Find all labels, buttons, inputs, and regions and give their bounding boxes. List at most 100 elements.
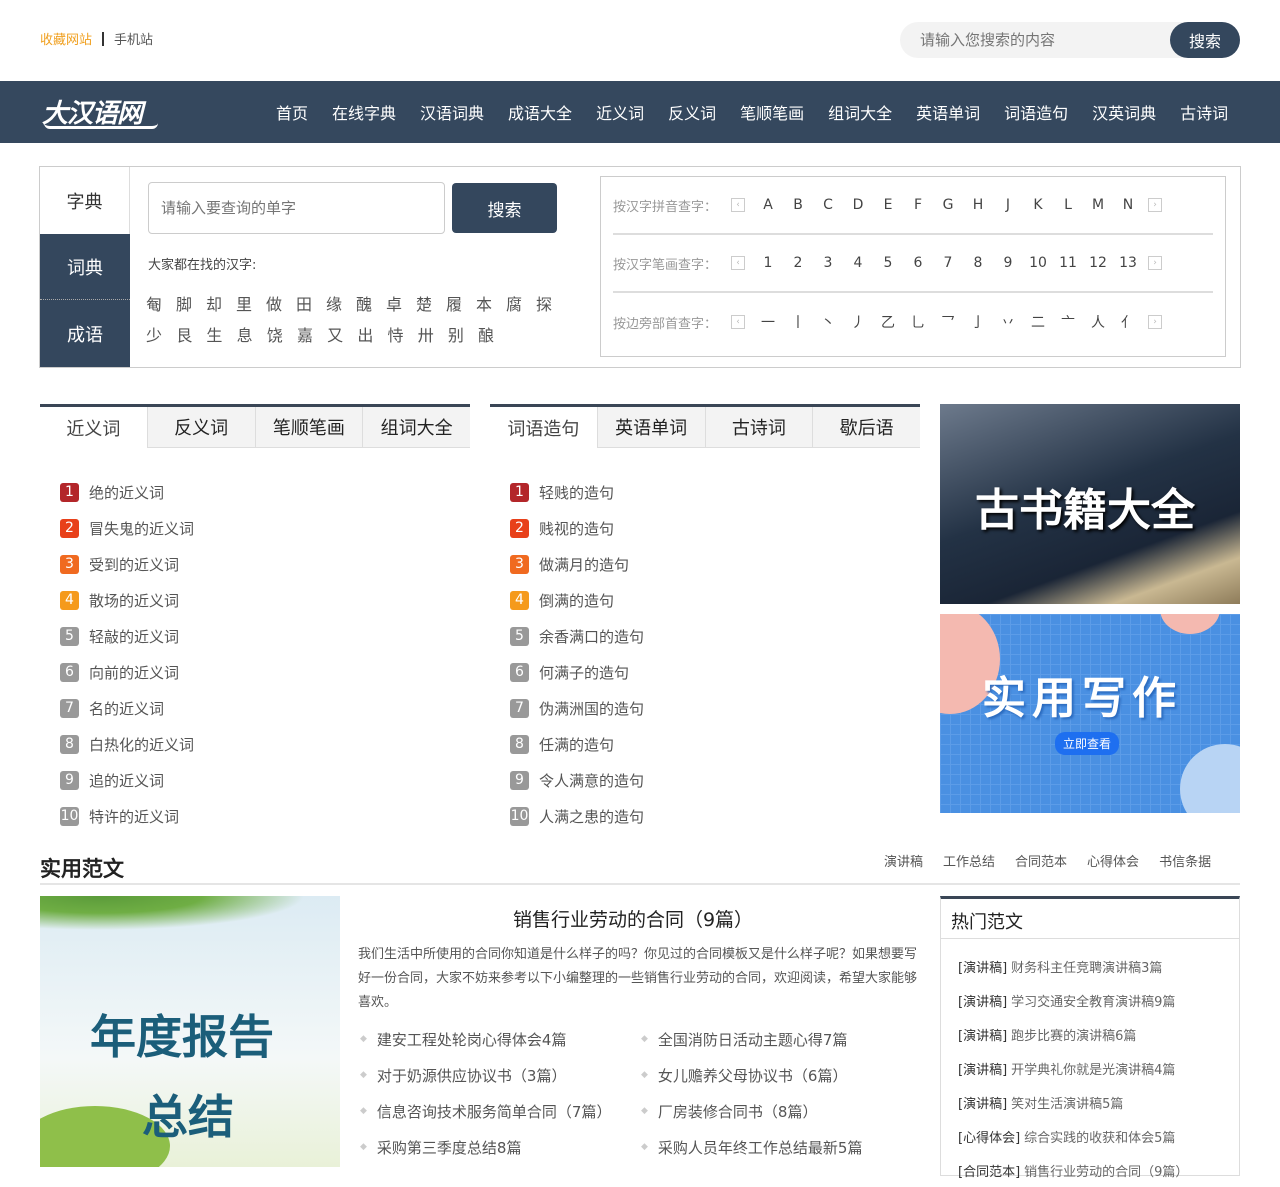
nav-item[interactable]: 笔顺笔画	[728, 100, 816, 124]
hot-char[interactable]: 少	[146, 322, 176, 346]
hot-item[interactable]: [演讲稿] 学习交通安全教育演讲稿9篇	[941, 983, 1239, 1017]
article-link[interactable]: 厂房装修合同书（8篇）	[658, 1101, 818, 1122]
lookup-item[interactable]: 1	[753, 255, 783, 271]
tab-zidian[interactable]: 字典	[40, 167, 130, 234]
tab[interactable]: 反义词	[146, 407, 255, 448]
lookup-item[interactable]: E	[873, 197, 903, 213]
list-item-link[interactable]: 倒满的造句	[539, 590, 614, 611]
hot-char[interactable]: 嘉	[297, 322, 327, 346]
hot-item[interactable]: [演讲稿] 财务科主任竞聘演讲稿3篇	[941, 949, 1239, 983]
hot-char[interactable]: 做	[266, 291, 296, 315]
list-item[interactable]: 6 何满子的造句	[490, 654, 920, 690]
lookup-item[interactable]: 丶	[813, 312, 843, 332]
tab[interactable]: 近义词	[40, 407, 147, 448]
favorite-link[interactable]: 收藏网站	[40, 29, 92, 48]
article-link-item[interactable]: ◆ 对于奶源供应协议书（3篇）	[358, 1057, 639, 1093]
list-item[interactable]: 9 追的近义词	[40, 762, 470, 798]
tab[interactable]: 词语造句	[490, 407, 597, 448]
list-item-link[interactable]: 轻贱的造句	[539, 482, 614, 503]
lookup-item[interactable]: 丷	[993, 312, 1023, 332]
nav-item[interactable]: 汉语词典	[408, 100, 496, 124]
hot-char[interactable]: 脚	[176, 291, 206, 315]
list-item[interactable]: 3 受到的近义词	[40, 546, 470, 582]
lookup-item[interactable]: 6	[903, 255, 933, 271]
hot-char[interactable]: 腐	[506, 291, 536, 315]
list-item-link[interactable]: 任满的造句	[539, 734, 614, 755]
article-link-item[interactable]: ◆ 采购人员年终工作总结最新5篇	[639, 1129, 918, 1165]
lookup-item[interactable]: L	[1053, 197, 1083, 213]
lookup-item[interactable]: 丨	[783, 312, 813, 332]
nav-item[interactable]: 古诗词	[1168, 100, 1240, 124]
hot-char[interactable]: 生	[206, 322, 236, 346]
hot-char[interactable]: 饶	[267, 322, 297, 346]
list-item[interactable]: 2 冒失鬼的近义词	[40, 510, 470, 546]
list-item[interactable]: 8 白热化的近义词	[40, 726, 470, 762]
nav-item[interactable]: 英语单词	[904, 100, 992, 124]
article-link[interactable]: 全国消防日活动主题心得7篇	[658, 1029, 848, 1050]
list-item[interactable]: 4 倒满的造句	[490, 582, 920, 618]
hot-item[interactable]: [演讲稿] 笑对生活演讲稿5篇	[941, 1085, 1239, 1119]
hot-char[interactable]: 艮	[176, 322, 206, 346]
list-item-link[interactable]: 散场的近义词	[89, 590, 179, 611]
list-item[interactable]: 5 轻敲的近义词	[40, 618, 470, 654]
lookup-item[interactable]: J	[993, 197, 1023, 213]
hot-char[interactable]: 本	[476, 291, 506, 315]
article-link[interactable]: 对于奶源供应协议书（3篇）	[377, 1065, 567, 1086]
ancient-books-banner[interactable]: 古书籍大全	[940, 404, 1240, 604]
hot-char[interactable]: 却	[206, 291, 236, 315]
top-search-input[interactable]	[900, 22, 1160, 58]
hot-char[interactable]: 履	[446, 291, 476, 315]
article-link-item[interactable]: ◆ 建安工程处轮岗心得体会4篇	[358, 1021, 639, 1057]
hot-char[interactable]: 卓	[386, 291, 416, 315]
char-search-button[interactable]: 搜索	[452, 183, 557, 233]
char-search-input[interactable]	[148, 182, 445, 234]
article-title[interactable]: 销售行业劳动的合同（9篇）	[358, 905, 908, 932]
tab-chengyu[interactable]: 成语	[40, 300, 130, 367]
list-item-link[interactable]: 何满子的造句	[539, 662, 629, 683]
lookup-item[interactable]: 亅	[963, 312, 993, 332]
hot-item[interactable]: [演讲稿] 跑步比赛的演讲稿6篇	[941, 1017, 1239, 1051]
list-item[interactable]: 5 余香满口的造句	[490, 618, 920, 654]
list-item[interactable]: 9 令人满意的造句	[490, 762, 920, 798]
nav-item[interactable]: 近义词	[584, 100, 656, 124]
next-arrow-icon[interactable]: ›	[1148, 256, 1162, 270]
article-link-item[interactable]: ◆ 女儿赡养父母协议书（6篇）	[639, 1057, 918, 1093]
lookup-item[interactable]: 3	[813, 255, 843, 271]
hot-item-title[interactable]: 学习交通安全教育演讲稿9篇	[1011, 991, 1175, 1010]
list-item[interactable]: 6 向前的近义词	[40, 654, 470, 690]
lookup-item[interactable]: 7	[933, 255, 963, 271]
list-item[interactable]: 1 轻贱的造句	[490, 474, 920, 510]
lookup-item[interactable]: 9	[993, 255, 1023, 271]
lookup-item[interactable]: 乙	[873, 312, 903, 332]
hot-char[interactable]: 息	[237, 322, 267, 346]
list-item[interactable]: 10 特许的近义词	[40, 798, 470, 834]
article-link-item[interactable]: ◆ 采购第三季度总结8篇	[358, 1129, 639, 1165]
list-item-link[interactable]: 名的近义词	[89, 698, 164, 719]
lookup-item[interactable]: 乛	[933, 312, 963, 332]
lookup-item[interactable]: 人	[1083, 312, 1113, 332]
list-item[interactable]: 7 名的近义词	[40, 690, 470, 726]
article-link-item[interactable]: ◆ 厂房装修合同书（8篇）	[639, 1093, 918, 1129]
list-item-link[interactable]: 余香满口的造句	[539, 626, 644, 647]
lookup-item[interactable]: D	[843, 197, 873, 213]
hot-item-title[interactable]: 综合实践的收获和体会5篇	[1024, 1127, 1175, 1146]
top-search-button[interactable]: 搜索	[1170, 22, 1240, 58]
tab-cidian[interactable]: 词典	[40, 234, 130, 300]
tab[interactable]: 笔顺笔画	[254, 407, 363, 448]
hot-char[interactable]: 恃	[388, 322, 418, 346]
lookup-item[interactable]: G	[933, 197, 963, 213]
lookup-item[interactable]: A	[753, 197, 783, 213]
list-item-link[interactable]: 追的近义词	[89, 770, 164, 791]
lookup-item[interactable]: 10	[1023, 255, 1053, 271]
tab[interactable]: 组词大全	[362, 407, 470, 448]
nav-item[interactable]: 反义词	[656, 100, 728, 124]
lookup-item[interactable]: K	[1023, 197, 1053, 213]
lookup-item[interactable]: 11	[1053, 255, 1083, 271]
hot-item-title[interactable]: 跑步比赛的演讲稿6篇	[1011, 1025, 1136, 1044]
prev-arrow-icon[interactable]: ‹	[731, 315, 745, 329]
list-item-link[interactable]: 冒失鬼的近义词	[89, 518, 194, 539]
hot-char[interactable]: 别	[448, 322, 478, 346]
list-item-link[interactable]: 特许的近义词	[89, 806, 179, 827]
hot-char[interactable]: 里	[236, 291, 266, 315]
lookup-item[interactable]: 乚	[903, 312, 933, 332]
